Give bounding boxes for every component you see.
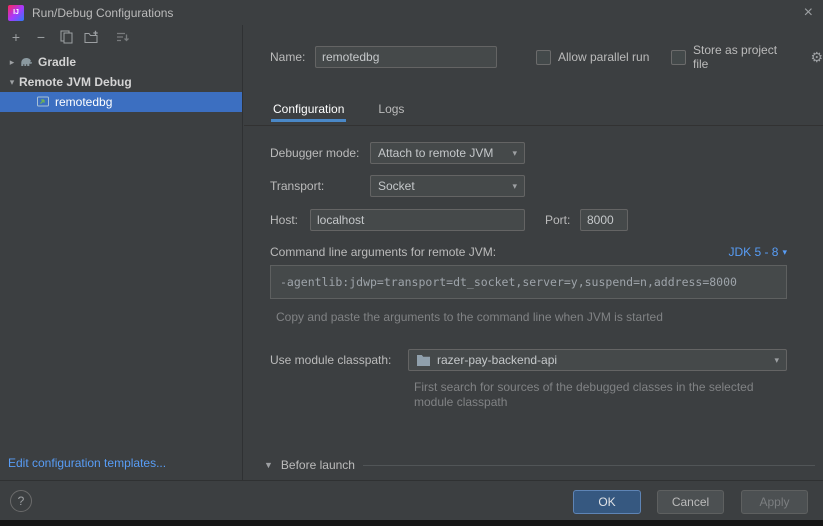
gradle-icon: [19, 55, 33, 69]
command-line-arguments-label: Command line arguments for remote JVM:: [270, 241, 496, 263]
close-icon[interactable]: ×: [804, 5, 813, 21]
sort-configurations-icon[interactable]: [114, 29, 130, 45]
before-launch-section-toggle[interactable]: ▼ Before launch: [264, 457, 815, 473]
edit-configuration-templates-link[interactable]: Edit configuration templates...: [8, 456, 166, 470]
remove-configuration-icon[interactable]: −: [33, 29, 49, 45]
tree-item-label: Remote JVM Debug: [19, 75, 132, 89]
window-bottom-edge: [0, 520, 823, 526]
settings-gear-icon[interactable]: ⚙: [810, 50, 823, 65]
sidebar-toolbar: + −: [0, 25, 242, 49]
checkbox-label: Allow parallel run: [558, 50, 649, 64]
configuration-panel: Name: Allow parallel run Store as projec…: [244, 25, 823, 480]
module-folder-icon: [416, 354, 431, 367]
checkbox-label: Store as project file: [693, 43, 795, 71]
configurations-sidebar: + − ▸ Gradle ▾ Remote JVM Debug: [0, 25, 243, 480]
chevron-right-icon[interactable]: ▸: [5, 57, 19, 68]
command-line-arguments-field[interactable]: -agentlib:jdwp=transport=dt_socket,serve…: [270, 265, 787, 299]
chevron-down-icon[interactable]: ▾: [5, 77, 19, 88]
debugger-mode-select[interactable]: Attach to remote JVM ▾: [370, 142, 525, 164]
copy-configuration-icon[interactable]: [58, 29, 74, 45]
hint-line: module classpath: [414, 395, 754, 410]
tab-logs[interactable]: Logs: [376, 98, 406, 122]
window-title: Run/Debug Configurations: [32, 6, 173, 20]
jdk-version-select[interactable]: JDK 5 - 8 ▾: [728, 241, 787, 263]
port-label: Port:: [545, 209, 570, 231]
module-classpath-hint: First search for sources of the debugged…: [414, 380, 754, 410]
command-line-hint: Copy and paste the arguments to the comm…: [276, 310, 663, 325]
debugger-mode-label: Debugger mode:: [270, 142, 359, 164]
combo-value: Attach to remote JVM: [378, 146, 493, 160]
tree-item-remote-jvm-debug[interactable]: ▾ Remote JVM Debug: [0, 72, 242, 92]
store-as-project-file-option[interactable]: Store as project file ⚙: [671, 49, 823, 65]
chevron-down-icon: ▾: [506, 148, 517, 159]
dialog-footer: ? OK Cancel Apply: [0, 480, 823, 520]
combo-value: razer-pay-backend-api: [437, 353, 557, 367]
add-configuration-icon[interactable]: +: [8, 29, 24, 45]
chevron-down-icon: ▾: [782, 247, 787, 258]
allow-parallel-run-checkbox[interactable]: [536, 50, 551, 65]
host-label: Host:: [270, 209, 298, 231]
intellij-logo-icon: IJ: [8, 5, 24, 21]
section-divider: [363, 465, 815, 466]
name-label: Name:: [270, 46, 305, 68]
port-input[interactable]: [580, 209, 628, 231]
chevron-down-icon: ▾: [768, 355, 779, 366]
transport-label: Transport:: [270, 175, 324, 197]
combo-value: Socket: [378, 179, 415, 193]
allow-parallel-run-option[interactable]: Allow parallel run: [536, 49, 649, 65]
store-as-project-file-checkbox[interactable]: [671, 50, 686, 65]
tree-item-label: Gradle: [38, 55, 76, 69]
ok-button[interactable]: OK: [573, 490, 641, 514]
help-button[interactable]: ?: [10, 490, 32, 512]
tree-item-gradle[interactable]: ▸ Gradle: [0, 52, 242, 72]
cancel-button[interactable]: Cancel: [657, 490, 724, 514]
transport-select[interactable]: Socket ▾: [370, 175, 525, 197]
tabs-separator: [244, 125, 823, 126]
hint-line: First search for sources of the debugged…: [414, 380, 754, 395]
new-folder-icon[interactable]: [83, 29, 99, 45]
host-input[interactable]: [310, 209, 525, 231]
chevron-down-icon: ▾: [506, 181, 517, 192]
tree-item-remotedbg[interactable]: remotedbg: [0, 92, 242, 112]
name-input[interactable]: [315, 46, 497, 68]
tabs: Configuration Logs: [271, 98, 406, 122]
module-classpath-label: Use module classpath:: [270, 349, 391, 371]
run-debug-configurations-dialog: IJ Run/Debug Configurations × + − ▸: [0, 0, 823, 526]
remote-debug-config-icon: [36, 95, 50, 109]
configurations-tree: ▸ Gradle ▾ Remote JVM Debug remotedbg: [0, 52, 242, 112]
apply-button[interactable]: Apply: [741, 490, 808, 514]
jdk-version-value: JDK 5 - 8: [728, 245, 778, 259]
module-classpath-select[interactable]: razer-pay-backend-api ▾: [408, 349, 787, 371]
before-launch-label: Before launch: [281, 458, 355, 472]
titlebar: IJ Run/Debug Configurations ×: [0, 0, 823, 25]
section-collapse-icon[interactable]: ▼: [264, 460, 273, 470]
tree-item-label: remotedbg: [55, 95, 112, 109]
tab-configuration[interactable]: Configuration: [271, 98, 346, 122]
